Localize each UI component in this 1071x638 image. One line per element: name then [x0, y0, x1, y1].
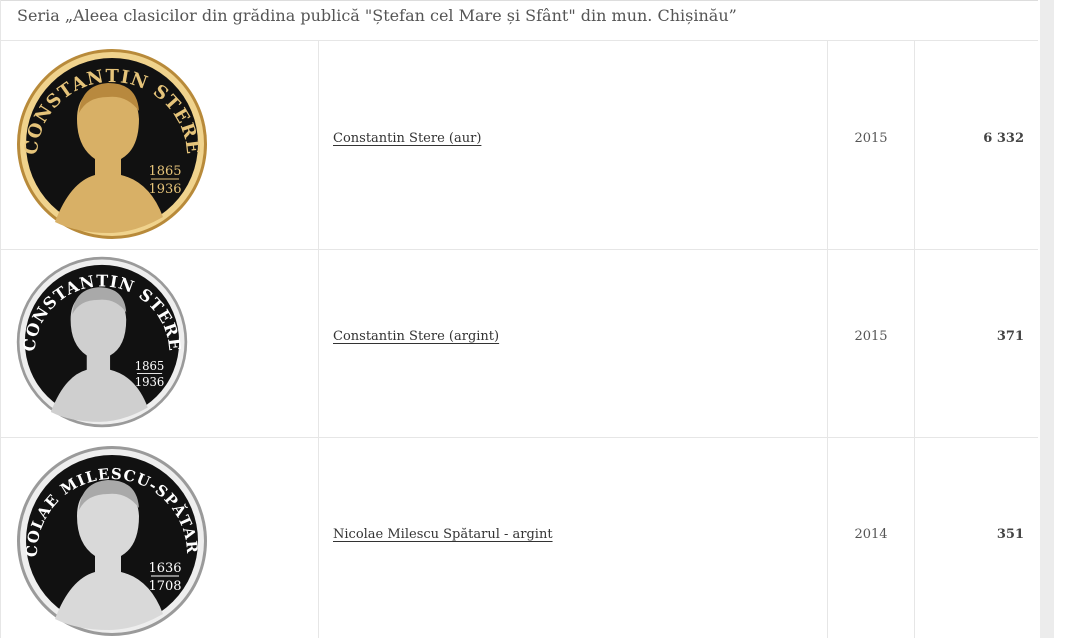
- coin-year-start: 1865: [148, 164, 181, 179]
- coin-mintage: 371: [996, 329, 1024, 344]
- coin-year: 2014: [854, 527, 888, 542]
- series-title-row: Seria „Aleea clasicilor din grădina publ…: [1, 0, 1038, 41]
- coin-name-link[interactable]: Constantin Stere (aur): [333, 131, 481, 146]
- coin-year-end: 1936: [148, 182, 181, 197]
- coin-name-link[interactable]: Nicolae Milescu Spătarul - argint: [333, 527, 553, 542]
- coin-year-end: 1708: [148, 579, 181, 594]
- coin-mintage: 351: [996, 527, 1024, 542]
- coin-table: Seria „Aleea clasicilor din grădina publ…: [0, 0, 1038, 638]
- coin-mintage: 6 332: [983, 131, 1024, 146]
- coin-year: 2015: [854, 329, 888, 344]
- coin-year-end: 1936: [135, 375, 165, 389]
- coin-image: NICOLAE MILESCU-SPĂTARUL16361708: [15, 444, 207, 636]
- table-row: CONSTANTIN STERE 1865 1936 Constantin Ster…: [1, 41, 1038, 250]
- coin-year-start: 1636: [148, 561, 181, 576]
- coin-year-start: 1865: [135, 359, 165, 373]
- coin-name-link[interactable]: Constantin Stere (argint): [333, 329, 499, 344]
- coin-image: CONSTANTIN STERE18651936: [17, 49, 207, 239]
- table-row: NICOLAE MILESCU-SPĂTARUL16361708 Nicolae…: [1, 438, 1038, 638]
- series-title: Seria „Aleea clasicilor din grădina publ…: [17, 6, 737, 25]
- coin-image: CONSTANTIN STERE18651936: [16, 256, 188, 428]
- table-row: CONSTANTIN STERE 1865 1936 Constantin Ster…: [1, 250, 1038, 438]
- scrollbar-thumb[interactable]: [1040, 0, 1054, 638]
- coin-year: 2015: [854, 131, 888, 146]
